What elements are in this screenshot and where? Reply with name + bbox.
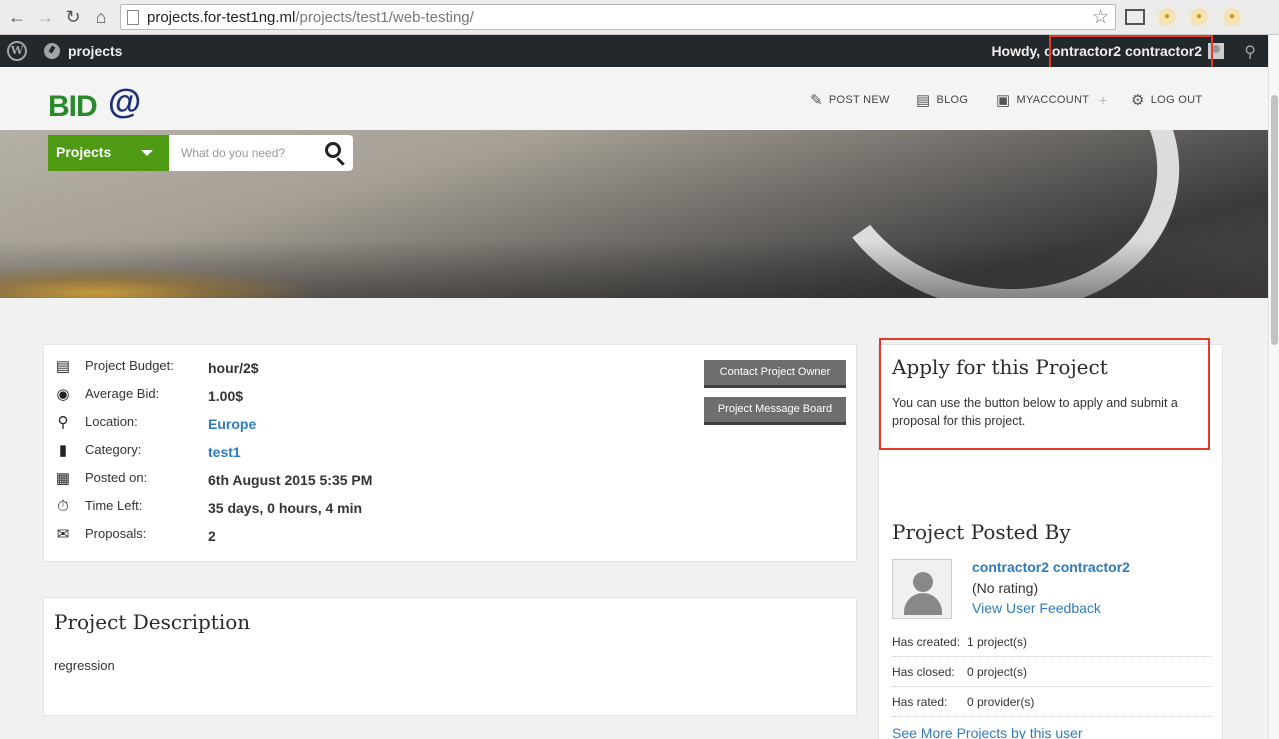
pencil-icon: ✎ xyxy=(810,92,823,109)
back-arrow-icon[interactable]: ← xyxy=(6,7,28,27)
caret-down-icon xyxy=(141,150,153,156)
hero-highlight xyxy=(0,265,320,298)
highlight-box-apply xyxy=(879,338,1210,450)
description-text: regression xyxy=(54,658,115,673)
more-projects-link[interactable]: See More Projects by this user xyxy=(892,725,1083,739)
stat-row-created: Has created: 1 project(s) xyxy=(892,627,1212,657)
posted-by-title: Project Posted By xyxy=(892,520,1071,544)
proposals-value: 2 xyxy=(208,528,216,544)
address-bar[interactable]: projects.for-test1ng.ml/projects/test1/w… xyxy=(120,4,1116,30)
map-pin-icon: ⚲ xyxy=(57,414,69,431)
view-feedback-link[interactable]: View User Feedback xyxy=(972,600,1101,616)
poster-name-link[interactable]: contractor2 contractor2 xyxy=(972,559,1130,575)
site-logo[interactable]: BID @ xyxy=(48,81,154,123)
nav-blog[interactable]: ▤ BLOG xyxy=(916,91,968,109)
highlight-box-user xyxy=(1049,35,1213,71)
avatar[interactable] xyxy=(892,559,952,619)
project-message-board-button[interactable]: Project Message Board xyxy=(704,397,846,425)
admin-search-icon[interactable]: ⚲ xyxy=(1244,42,1256,62)
page-scrollbar[interactable] xyxy=(1268,35,1279,739)
nav-myaccount[interactable]: ▣ MYACCOUNT xyxy=(996,91,1089,109)
reload-icon[interactable]: ↻ xyxy=(62,7,84,27)
average-bid-value: 1.00$ xyxy=(208,388,244,404)
bookmark-star-icon[interactable]: ☆ xyxy=(1092,6,1109,29)
scrollbar-thumb[interactable] xyxy=(1271,95,1278,345)
description-title: Project Description xyxy=(54,610,251,634)
site-header: BID @ ✎ POST NEW ▤ BLOG ▣ MYACCOUNT + ⚙ LOG … xyxy=(0,67,1268,130)
extension-eye-icon[interactable]: ● xyxy=(1158,8,1176,26)
posted-on-value: 6th August 2015 5:35 PM xyxy=(208,472,373,488)
dashboard-icon xyxy=(44,43,60,59)
stopwatch-icon: ⏱ xyxy=(57,498,69,515)
nav-logout[interactable]: ⚙ LOG OUT xyxy=(1131,91,1202,109)
search-bar: Projects xyxy=(48,135,353,171)
home-icon[interactable]: ⌂ xyxy=(90,7,112,27)
category-link[interactable]: test1 xyxy=(208,444,241,460)
search-icon[interactable] xyxy=(325,142,341,158)
stat-row-closed: Has closed: 0 project(s) xyxy=(892,657,1212,687)
project-description-panel: Project Description regression xyxy=(43,597,857,716)
monitor-icon: ▣ xyxy=(996,92,1011,109)
wallet-icon: ▤ xyxy=(55,358,71,375)
coins-icon: ◉ xyxy=(56,386,70,403)
folder-icon: ▮ xyxy=(58,442,68,459)
poster-rating: (No rating) xyxy=(972,580,1039,596)
proposals-icon: ✉ xyxy=(56,526,70,543)
time-left-value: 35 days, 0 hours, 4 min xyxy=(208,500,363,516)
forward-arrow-icon[interactable]: → xyxy=(34,7,56,27)
plus-icon: + xyxy=(1099,92,1108,108)
browser-toolbar: ← → ↻ ⌂ projects.for-test1ng.ml/projects… xyxy=(0,0,1279,35)
budget-value: hour/2$ xyxy=(208,360,259,376)
nav-post-new[interactable]: ✎ POST NEW xyxy=(810,91,890,109)
gears-icon: ⚙ xyxy=(1131,92,1145,109)
page-icon xyxy=(127,10,139,25)
stat-row-rated: Has rated: 0 provider(s) xyxy=(892,687,1212,717)
search-category-dropdown[interactable]: Projects xyxy=(48,135,169,171)
admin-site-name[interactable]: projects xyxy=(68,43,122,59)
extension-eye-icon[interactable]: ● xyxy=(1190,8,1208,26)
newspaper-icon: ▤ xyxy=(916,92,931,109)
wordpress-logo-icon[interactable]: W xyxy=(7,41,27,61)
avatar-body-icon xyxy=(904,593,942,615)
extension-eye-icon[interactable]: ● xyxy=(1223,8,1241,26)
cast-icon[interactable] xyxy=(1125,9,1145,25)
contact-project-owner-button[interactable]: Contact Project Owner xyxy=(704,360,846,388)
location-link[interactable]: Europe xyxy=(208,416,256,432)
url-text: projects.for-test1ng.ml/projects/test1/w… xyxy=(147,9,474,26)
calendar-icon: ▦ xyxy=(55,470,71,487)
avatar-head-icon xyxy=(913,572,933,592)
